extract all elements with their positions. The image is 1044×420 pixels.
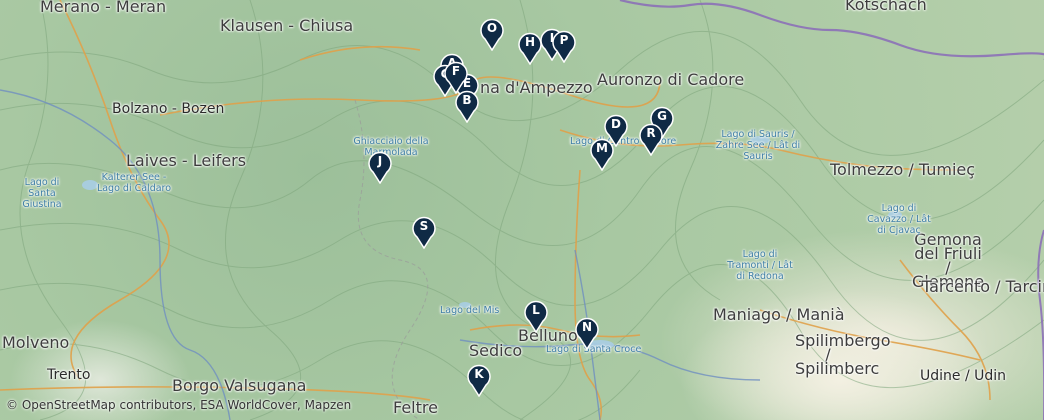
marker-label: B <box>462 93 472 107</box>
map-attribution[interactable]: © OpenStreetMap contributors, ESA WorldC… <box>6 398 351 412</box>
water-label-cavazzo: Lago di Cavazzo / Lât di Cjavaç <box>867 203 931 236</box>
map-marker-j[interactable]: J <box>367 150 393 184</box>
water-label-sauris: Lago di Sauris / Zahre See / Lât di Saur… <box>715 129 801 162</box>
marker-label: G <box>657 109 667 123</box>
marker-label: F <box>451 64 461 78</box>
place-label-maniago: Maniago / Manià <box>713 305 845 324</box>
map-marker-m[interactable]: M <box>589 137 615 171</box>
place-label-udine: Udine / Udin <box>920 368 1007 384</box>
place-label-auronzo: Auronzo di Cadore <box>597 70 745 89</box>
place-label-tolmezzo: Tolmezzo / Tumieç <box>830 160 976 179</box>
map-marker-b[interactable]: B <box>454 89 480 123</box>
water-label-kalterer: Kalterer See - Lago di Caldaro <box>96 172 172 194</box>
water-label-tramonti: Lago di Tramonti / Lât di Redona <box>727 249 793 282</box>
map-canvas[interactable]: Merano - Meran Klausen - Chiusa Kötschac… <box>0 0 1044 420</box>
map-marker-k[interactable]: K <box>466 363 492 397</box>
place-label-trento: Trento <box>47 367 91 383</box>
marker-label: K <box>474 367 484 381</box>
place-label-kotschach: Kötschach <box>845 0 927 14</box>
marker-label: L <box>532 303 540 317</box>
marker-label: P <box>559 33 569 47</box>
marker-label: N <box>581 320 593 334</box>
place-label-spilimbergo: Spilimbergo / Spilimberc <box>795 331 891 378</box>
map-marker-p[interactable]: P <box>551 29 577 63</box>
place-label-laives: Laives - Leifers <box>126 151 247 170</box>
map-marker-r[interactable]: R <box>638 122 664 156</box>
map-marker-s[interactable]: S <box>411 215 437 249</box>
marker-label: O <box>486 21 498 35</box>
place-label-tarcento: Tarcento / Tarcint <box>922 277 1044 296</box>
marker-label: M <box>596 141 608 155</box>
water-label-santa-giustina: Lago di Santa Giustina <box>22 177 62 210</box>
marker-label: J <box>377 154 383 168</box>
marker-label: D <box>611 117 621 131</box>
place-label-borgo: Borgo Valsugana <box>172 376 307 395</box>
marker-label: S <box>419 219 429 233</box>
place-label-sedico: Sedico <box>469 341 523 360</box>
place-label-cortina: na d'Ampezzo <box>480 78 593 97</box>
place-label-merano: Merano - Meran <box>40 0 167 16</box>
place-label-bolzano: Bolzano - Bozen <box>112 101 225 117</box>
map-marker-n[interactable]: N <box>574 316 600 350</box>
place-label-klausen: Klausen - Chiusa <box>220 16 354 35</box>
place-label-feltre: Feltre <box>393 398 438 417</box>
water-label-mis: Lago del Mis <box>440 305 500 316</box>
map-marker-l[interactable]: L <box>523 299 549 333</box>
marker-label: R <box>646 126 656 140</box>
place-label-molveno: Molveno <box>2 333 70 352</box>
map-marker-o[interactable]: O <box>479 17 505 51</box>
